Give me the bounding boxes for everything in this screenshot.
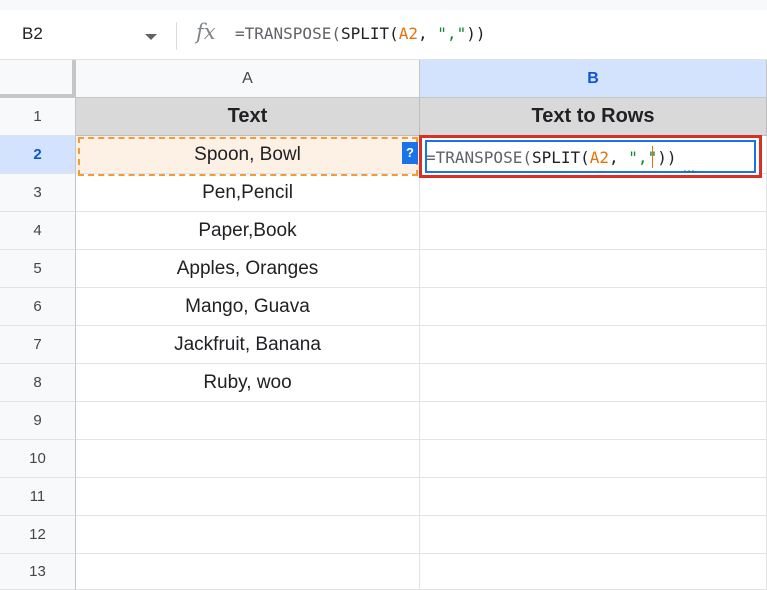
formula-part: , — [418, 24, 438, 43]
row-header-12[interactable]: 12 — [0, 516, 76, 554]
row-header-10[interactable]: 10 — [0, 440, 76, 478]
cell-a1[interactable]: Text — [76, 98, 420, 136]
name-box-dropdown-icon[interactable] — [145, 34, 157, 40]
cell-b9[interactable] — [420, 402, 767, 440]
cell-b12[interactable] — [420, 516, 767, 554]
formula-part: =TRANSPOSE( — [235, 24, 341, 43]
cell-b10[interactable] — [420, 440, 767, 478]
cell-a9[interactable] — [76, 402, 420, 440]
cell-a6[interactable]: Mango, Guava — [76, 288, 420, 326]
cell-a3[interactable]: Pen,Pencil — [76, 174, 420, 212]
cell-b13[interactable] — [420, 554, 767, 590]
row-header-7[interactable]: 7 — [0, 326, 76, 364]
row-header-11[interactable]: 11 — [0, 478, 76, 516]
formula-help-icon[interactable]: ? — [402, 142, 418, 164]
name-box[interactable]: B2 — [22, 24, 43, 44]
formula-part: )) — [657, 148, 677, 167]
formula-reference-highlight — [78, 137, 418, 176]
formula-part: =TRANSPOSE( — [426, 148, 532, 167]
cell-a7[interactable]: Jackfruit, Banana — [76, 326, 420, 364]
autocomplete-dots — [683, 170, 695, 173]
cell-a11[interactable] — [76, 478, 420, 516]
cell-edit-text[interactable]: =TRANSPOSE(SPLIT(A2, ",")) — [426, 148, 676, 167]
cell-a4[interactable]: Paper,Book — [76, 212, 420, 250]
formula-part: )) — [466, 24, 486, 43]
row-header-1[interactable]: 1 — [0, 98, 76, 136]
cell-a10[interactable] — [76, 440, 420, 478]
cell-b6[interactable] — [420, 288, 767, 326]
cell-b4[interactable] — [420, 212, 767, 250]
cell-b5[interactable] — [420, 250, 767, 288]
formula-part: , — [609, 148, 629, 167]
row-header-9[interactable]: 9 — [0, 402, 76, 440]
cell-b1[interactable]: Text to Rows — [420, 98, 767, 136]
cell-b8[interactable] — [420, 364, 767, 402]
cell-b3[interactable] — [420, 174, 767, 212]
cell-a8[interactable]: Ruby, woo — [76, 364, 420, 402]
row-header-5[interactable]: 5 — [0, 250, 76, 288]
formula-part: SPLIT( — [531, 148, 590, 167]
row-header-3[interactable]: 3 — [0, 174, 76, 212]
cell-a12[interactable] — [76, 516, 420, 554]
cell-a5[interactable]: Apples, Oranges — [76, 250, 420, 288]
cell-a13[interactable] — [76, 554, 420, 590]
cell-b7[interactable] — [420, 326, 767, 364]
formula-bar-divider — [176, 22, 177, 50]
column-header-a[interactable]: A — [76, 60, 420, 98]
cell-b11[interactable] — [420, 478, 767, 516]
formula-bar: B2 fx =TRANSPOSE(SPLIT(A2, ",")) — [0, 0, 767, 60]
formula-string: "," — [437, 24, 467, 43]
row-header-4[interactable]: 4 — [0, 212, 76, 250]
toolbar-edge — [0, 0, 767, 10]
text-caret — [652, 146, 653, 168]
formula-ref: A2 — [589, 148, 610, 167]
formula-part: SPLIT( — [340, 24, 399, 43]
formula-ref: A2 — [398, 24, 419, 43]
formula-input[interactable]: =TRANSPOSE(SPLIT(A2, ",")) — [235, 24, 485, 43]
select-all-corner[interactable] — [0, 60, 76, 98]
row-header-13[interactable]: 13 — [0, 554, 76, 590]
column-header-b[interactable]: B — [420, 60, 767, 98]
row-header-8[interactable]: 8 — [0, 364, 76, 402]
row-header-6[interactable]: 6 — [0, 288, 76, 326]
fx-icon: fx — [196, 20, 216, 44]
row-header-2[interactable]: 2 — [0, 136, 76, 174]
